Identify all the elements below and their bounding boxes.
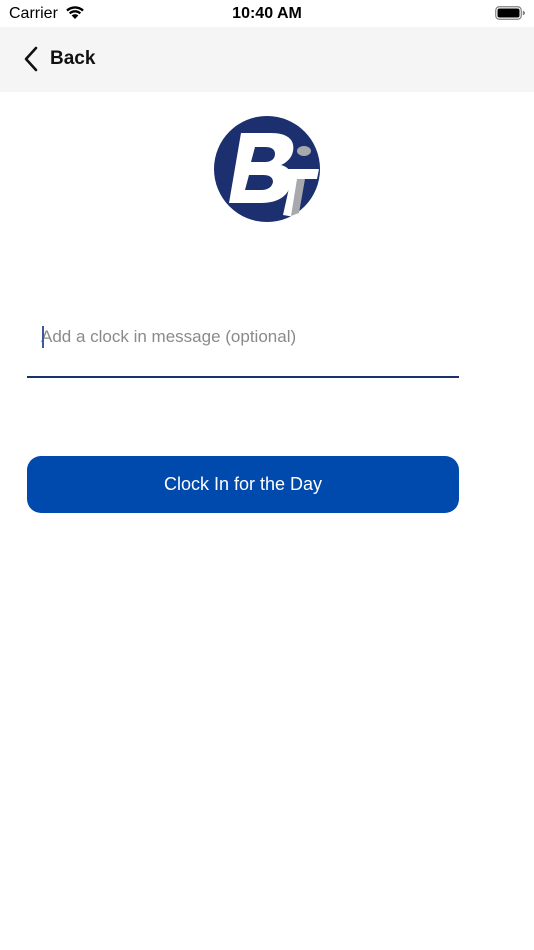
back-button[interactable]: Back xyxy=(22,43,95,75)
battery-icon xyxy=(495,6,525,20)
chevron-left-icon xyxy=(24,46,38,72)
navigation-bar: Back xyxy=(0,27,534,92)
clock-in-message-input[interactable] xyxy=(41,324,451,350)
text-cursor xyxy=(42,326,44,348)
bt-logo xyxy=(214,116,320,222)
status-time: 10:40 AM xyxy=(232,5,302,22)
back-label: Back xyxy=(50,48,96,69)
status-bar: Carrier 10:40 AM xyxy=(0,0,534,27)
clock-in-message-field[interactable] xyxy=(27,314,459,378)
clock-in-button-label: Clock In for the Day xyxy=(163,474,323,494)
clock-in-button[interactable]: Clock In for the Day xyxy=(27,456,459,513)
clock-in-screen: Carrier 10:40 AM Back Add a clock in mes… xyxy=(0,0,534,950)
